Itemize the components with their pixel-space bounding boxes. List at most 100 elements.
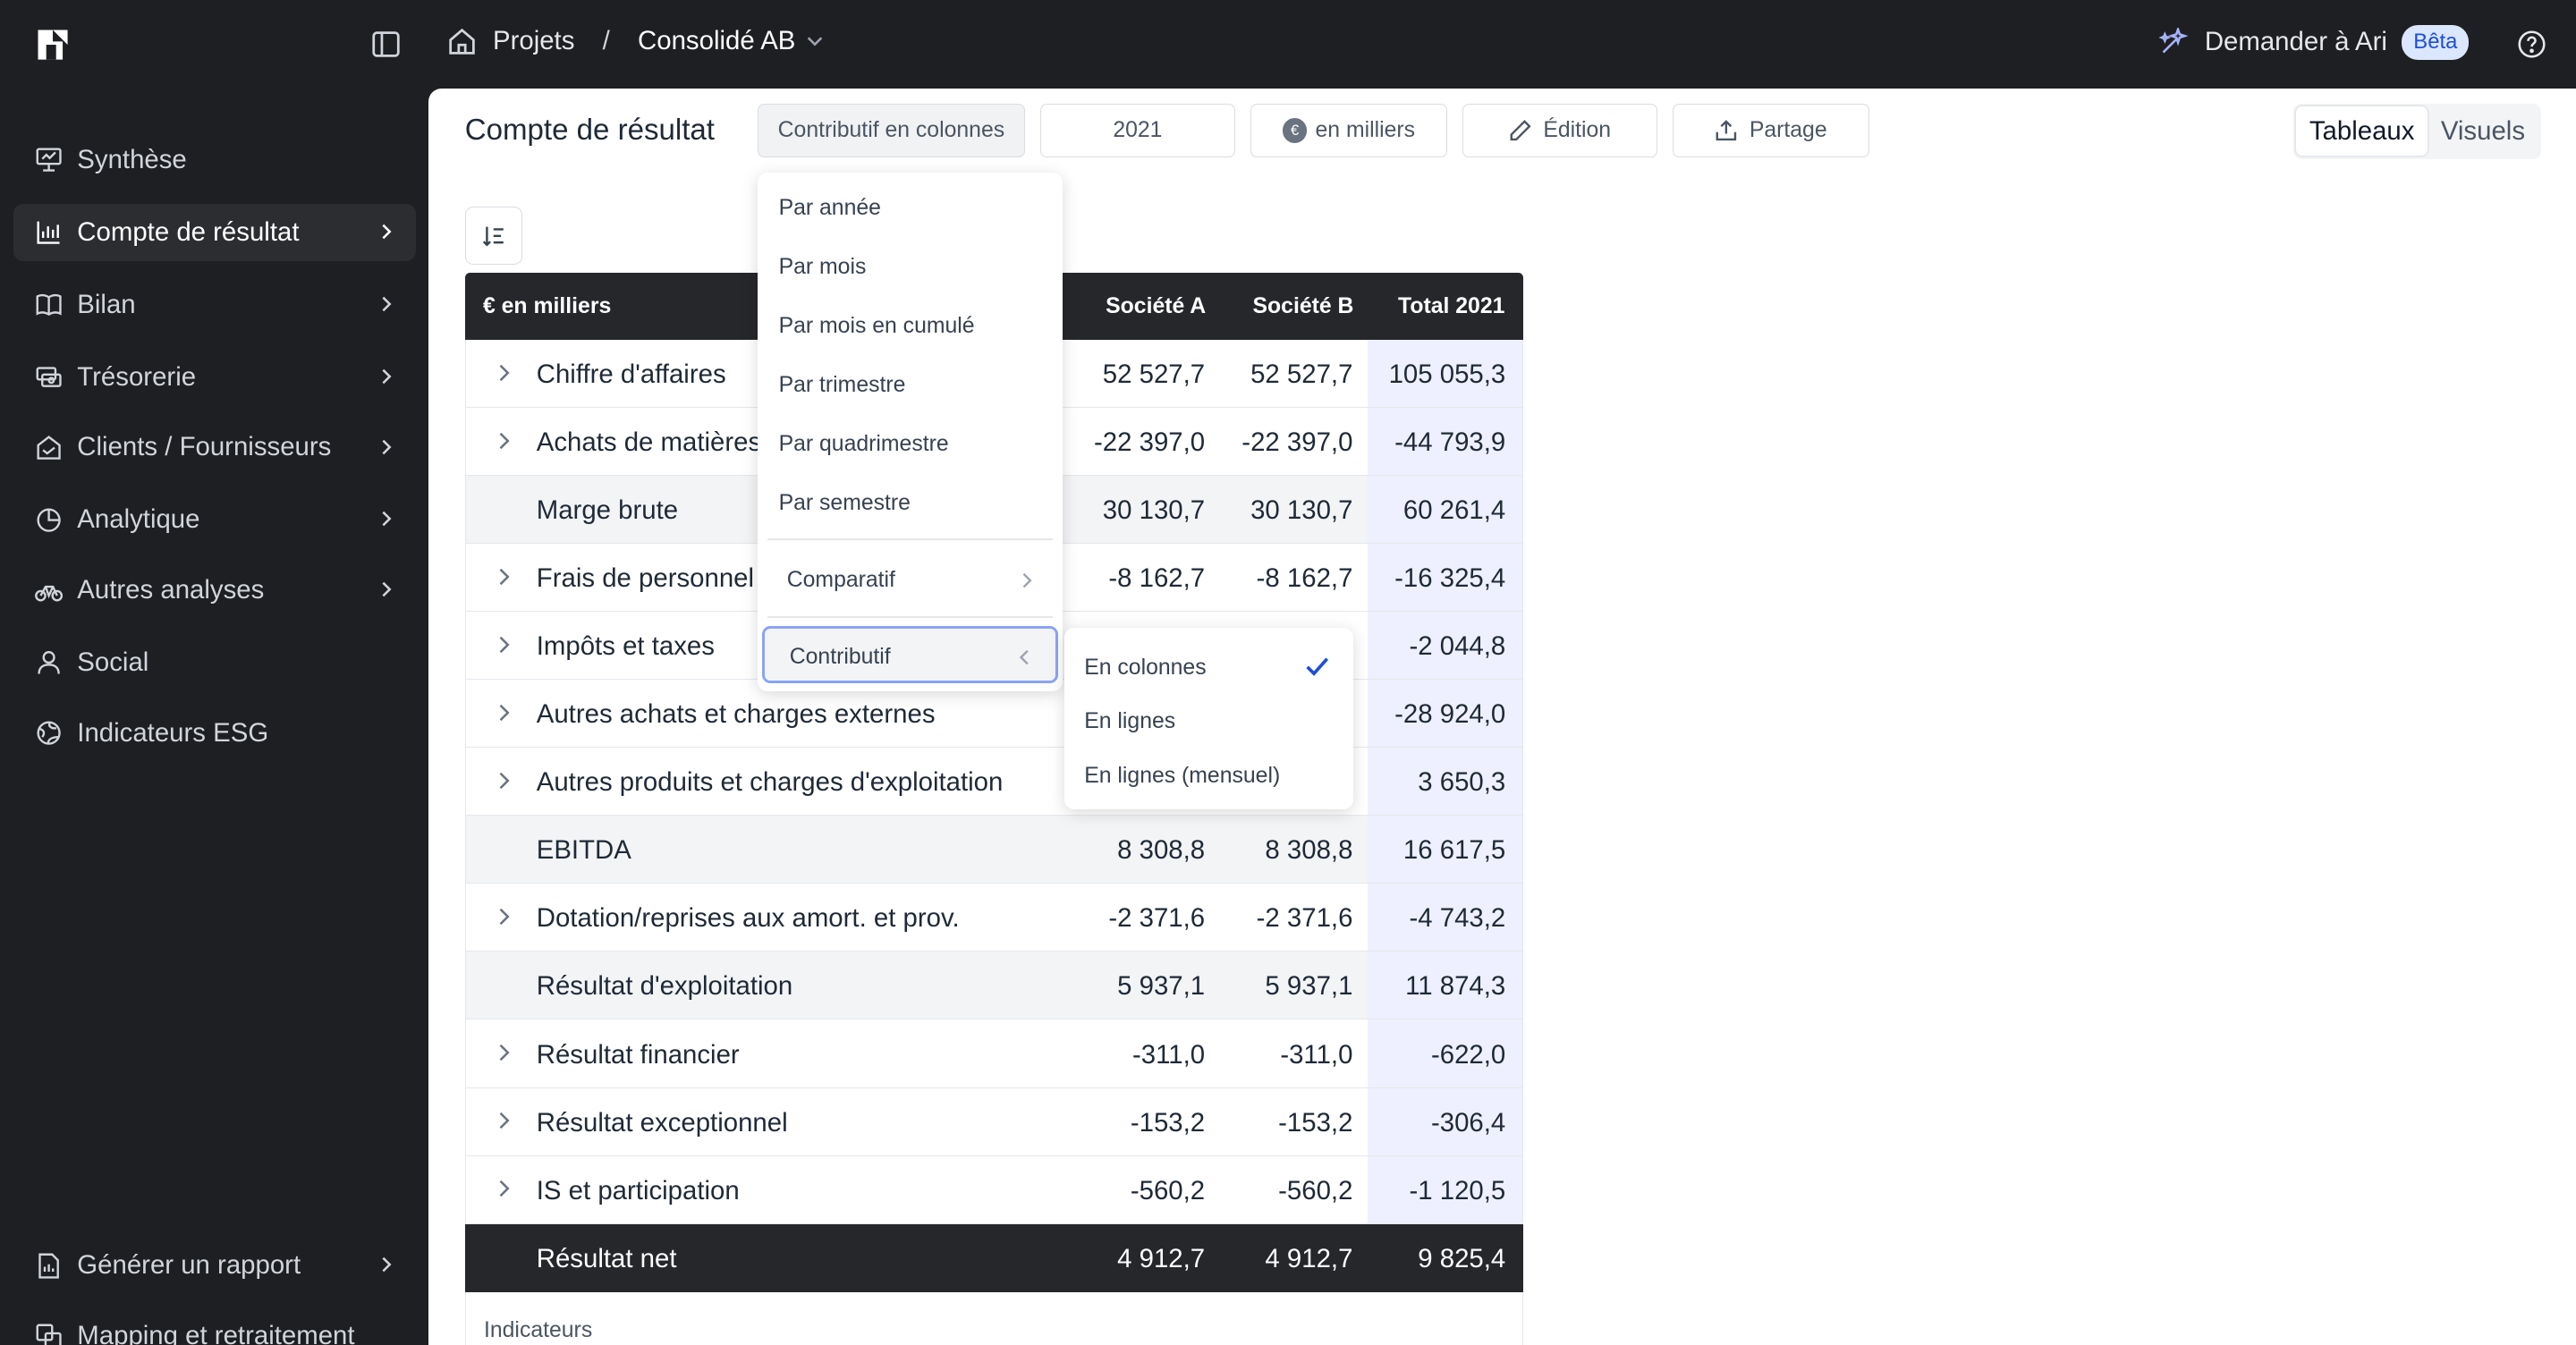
cash-icon [36,367,62,387]
cell-societe-b: 4 912,7 [1265,1243,1353,1273]
sidebar-item-autres-analyses[interactable]: Autres analyses [13,562,416,619]
bike-icon [34,585,63,602]
sidebar-item-compte-de-resultat[interactable]: Compte de résultat [13,203,416,262]
cell-societe-b: -8 162,7 [1256,563,1353,594]
tab-tableaux[interactable]: Tableaux [2296,106,2428,156]
submenu-en-lignes[interactable]: En lignes [1084,709,1175,734]
cell-societe-a: -8 162,7 [1108,563,1206,594]
table-row[interactable]: Résultat financier -311,0 -311,0 -622,0 [464,1019,1523,1088]
breadcrumb-projects[interactable]: Projets [493,26,574,56]
submenu-en-colonnes[interactable]: En colonnes [1084,656,1206,681]
sidebar-item-clients-fournisseurs[interactable]: Clients / Fournisseurs [13,419,416,476]
row-label: Marge brute [536,495,679,526]
table-row[interactable]: Résultat exceptionnel -153,2 -153,2 -306,4 [464,1087,1523,1156]
logo-icon[interactable] [33,25,72,64]
cell-total: -28 924,0 [1394,699,1506,730]
chevron-right-icon[interactable] [496,363,512,383]
chevron-left-icon [1019,649,1029,665]
row-label: Résultat exceptionnel [536,1107,788,1138]
menu-item-contributif[interactable]: Contributif [762,625,1058,684]
help-icon[interactable] [2517,30,2546,59]
cell-total: -44 793,9 [1394,427,1506,458]
chevron-right-icon [382,512,392,527]
row-label: Dotation/reprises aux amort. et prov. [536,903,960,934]
menu-item-par-annee[interactable]: Par année [779,196,881,221]
chevron-right-icon[interactable] [496,635,512,655]
indicators-section: Indicateurs [464,1291,1523,1345]
menu-item-comparatif[interactable]: Comparatif [762,552,1058,609]
row-label: Impôts et taxes [536,631,715,662]
sidebar-item-generer-rapport[interactable]: Générer un rapport [13,1237,416,1294]
sidebar-item-analytique[interactable]: Analytique [13,491,416,548]
unit-selector[interactable]: € en milliers [1250,103,1448,158]
share-button[interactable]: Partage [1672,103,1870,158]
header-societe-a[interactable]: Société A [1106,294,1206,319]
view-mode-dropdown[interactable]: Contributif en colonnes [757,103,1026,158]
submenu-en-lignes-mensuel[interactable]: En lignes (mensuel) [1084,764,1280,789]
sidebar-item-synthese[interactable]: Synthèse [13,131,416,189]
table-row: EBITDA 8 308,8 8 308,8 16 617,5 [464,816,1523,884]
header-total[interactable]: Total 2021 [1398,294,1504,319]
header-societe-b[interactable]: Société B [1253,294,1354,319]
cell-total: -16 325,4 [1394,563,1506,594]
menu-item-par-mois-cumule[interactable]: Par mois en cumulé [779,314,975,339]
table-row[interactable]: Autres produits et charges d'exploitatio… [464,748,1523,816]
chevron-right-icon[interactable] [496,567,512,587]
menu-item-par-semestre[interactable]: Par semestre [779,491,911,516]
cell-total: -622,0 [1430,1039,1506,1070]
tab-visuels[interactable]: Visuels [2428,106,2538,156]
cell-societe-b: 8 308,8 [1265,835,1353,866]
cell-societe-b: -153,2 [1278,1107,1353,1138]
breadcrumb-current-project[interactable]: Consolidé AB [638,26,825,56]
menu-item-par-quadrimestre[interactable]: Par quadrimestre [779,432,949,457]
sparkle-icon [2158,27,2189,53]
sidebar-item-tresorerie[interactable]: Trésorerie [13,348,416,405]
chevron-right-icon[interactable] [496,1179,512,1198]
cell-societe-a: -2 371,6 [1108,903,1206,934]
chevron-right-icon[interactable] [496,1043,512,1062]
app-root: Projets / Consolidé AB Demander à Ari Bê… [0,0,2576,1345]
cell-societe-a: 52 527,7 [1102,360,1206,390]
cell-societe-b: -2 371,6 [1256,903,1353,934]
edit-button[interactable]: Édition [1462,103,1658,158]
table-row[interactable]: Dotation/reprises aux amort. et prov. -2 … [464,884,1523,952]
contributif-submenu: En colonnes En lignes En lignes (mensuel… [1064,627,1354,810]
ask-ari-button[interactable]: Demander à Ari Bêta [2158,24,2470,60]
sort-button[interactable] [464,207,523,265]
year-label: 2021 [1113,117,1163,142]
cell-societe-a: -311,0 [1132,1039,1206,1070]
sidebar-item-bilan[interactable]: Bilan [13,276,416,334]
share-icon [1716,120,1737,141]
cell-total: 60 261,4 [1402,495,1506,526]
report-icon [38,1253,59,1279]
presentation-icon [36,148,62,173]
home-icon[interactable] [447,27,477,56]
view-toggle: Tableaux Visuels [2292,103,2542,160]
table-row[interactable]: IS et participation -560,2 -560,2 -1 120,5 [464,1155,1523,1224]
main-content: Compte de résultat Contributif en colonn… [428,89,2576,1345]
menu-item-par-mois[interactable]: Par mois [779,255,867,280]
chevron-right-icon[interactable] [496,771,512,791]
year-selector[interactable]: 2021 [1039,103,1236,158]
cell-total: -4 743,2 [1409,903,1506,934]
sidebar-toggle-icon[interactable] [371,30,401,59]
cell-total: 11 874,3 [1405,971,1506,1002]
breadcrumb-current-label: Consolidé AB [638,26,796,56]
chevron-down-icon [808,37,823,47]
beta-badge: Bêta [2402,24,2470,60]
page-title: Compte de résultat [464,113,715,147]
comparatif-label: Comparatif [786,568,895,593]
contributif-label: Contributif [789,645,891,670]
row-label: Résultat d'exploitation [536,971,793,1002]
cell-societe-b: -311,0 [1280,1039,1353,1070]
chevron-right-icon[interactable] [496,907,512,926]
sidebar-item-mapping[interactable]: Mapping et retraitement [13,1307,416,1345]
chevron-right-icon[interactable] [496,431,512,451]
sidebar-item-social[interactable]: Social [13,634,416,691]
book-icon [36,294,62,317]
chevron-right-icon[interactable] [496,1111,512,1130]
unit-label: en milliers [1315,117,1416,142]
menu-item-par-trimestre[interactable]: Par trimestre [779,373,906,398]
sidebar-item-indicateurs-esg[interactable]: Indicateurs ESG [13,705,416,762]
chevron-right-icon[interactable] [496,703,512,723]
